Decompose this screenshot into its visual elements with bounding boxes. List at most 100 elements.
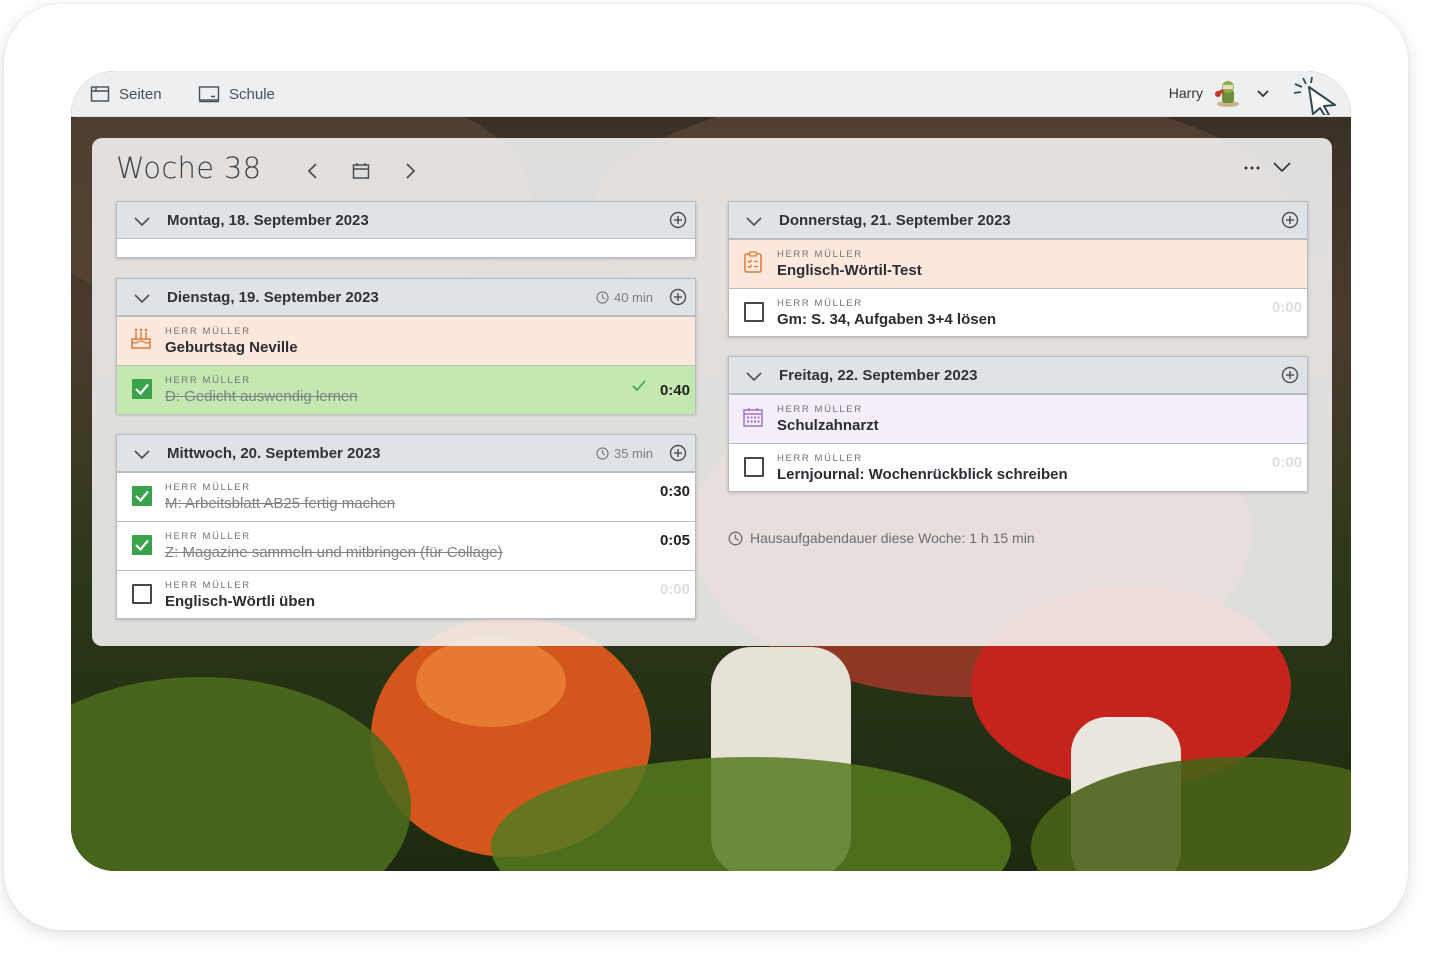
task-time[interactable]: 0:05: [660, 532, 690, 549]
calendar-appointment-icon: [743, 408, 763, 427]
event-title: Englisch-Wörtil-Test: [777, 262, 922, 279]
event-row[interactable]: HERR MÜLLER Schulzahnarzt: [729, 394, 1307, 443]
chevron-left-icon: [307, 163, 317, 179]
task-time[interactable]: 0:00: [660, 581, 690, 598]
event-row[interactable]: HERR MÜLLER Englisch-Wörtil-Test: [729, 239, 1307, 288]
task-title: M: Arbeitsblatt AB25 fertig machen: [165, 495, 396, 512]
day-header[interactable]: Mittwoch, 20. September 2023 35 min: [117, 435, 695, 472]
task-time[interactable]: 0:40: [660, 382, 690, 399]
task-checkbox[interactable]: [744, 457, 764, 477]
done-check-icon: [632, 380, 646, 392]
clock-icon: [596, 447, 609, 460]
event-title: Geburtstag Neville: [165, 339, 298, 356]
chevron-down-icon[interactable]: [745, 213, 763, 229]
tablet-frame: Seiten Schule Harry Woche 38 Montag, 18.…: [4, 4, 1408, 930]
teacher-label: HERR MÜLLER: [165, 531, 251, 542]
cursor-click-icon: [1293, 76, 1336, 115]
day-duration: 40 min: [596, 290, 653, 305]
checkmark-icon: [135, 539, 149, 552]
chevron-down-icon[interactable]: [1255, 86, 1271, 102]
weekly-duration-text: Hausaufgabendauer diese Woche: 1 h 15 mi…: [750, 530, 1035, 546]
task-time[interactable]: 0:00: [1272, 299, 1302, 316]
pages-icon: [90, 86, 110, 102]
task-title: Gm: S. 34, Aufgaben 3+4 lösen: [777, 311, 997, 328]
day-card-wednesday: Mittwoch, 20. September 2023 35 min HERR…: [116, 434, 696, 619]
task-checkbox[interactable]: [132, 584, 152, 604]
task-title: Z: Magazine sammeln und mitbringen (für …: [165, 544, 503, 561]
add-circle-icon[interactable]: [1281, 211, 1299, 229]
teacher-label: HERR MÜLLER: [165, 482, 251, 493]
chevron-down-icon[interactable]: [745, 368, 763, 384]
nav-school[interactable]: Schule: [198, 71, 275, 117]
more-dots-icon: [1244, 166, 1260, 170]
task-time[interactable]: 0:30: [660, 483, 690, 500]
add-circle-icon[interactable]: [1281, 366, 1299, 384]
teacher-label: HERR MÜLLER: [777, 404, 863, 415]
task-title: D: Gedicht auswendig lernen: [165, 388, 358, 405]
day-duration: 35 min: [596, 446, 653, 461]
task-row[interactable]: HERR MÜLLER M: Arbeitsblatt AB25 fertig …: [117, 472, 695, 521]
day-header[interactable]: Freitag, 22. September 2023: [729, 357, 1307, 394]
top-bar: Seiten Schule Harry: [71, 71, 1351, 117]
day-card-thursday: Donnerstag, 21. September 2023 HERR MÜLL…: [728, 201, 1308, 337]
task-checkbox[interactable]: [132, 379, 152, 399]
page-title: Woche 38: [116, 151, 262, 185]
task-row[interactable]: HERR MÜLLER Lernjournal: Wochenrückblick…: [729, 443, 1307, 492]
weekly-duration-summary: Hausaufgabendauer diese Woche: 1 h 15 mi…: [728, 530, 1035, 546]
day-card-monday: Montag, 18. September 2023: [116, 201, 696, 258]
day-title: Freitag, 22. September 2023: [779, 367, 978, 384]
day-header[interactable]: Dienstag, 19. September 2023 40 min: [117, 279, 695, 316]
day-title: Dienstag, 19. September 2023: [167, 289, 379, 306]
more-options-button[interactable]: [1240, 158, 1264, 178]
chevron-down-icon[interactable]: [133, 213, 151, 229]
task-checkbox[interactable]: [744, 302, 764, 322]
calendar-button[interactable]: [348, 158, 374, 184]
task-row[interactable]: HERR MÜLLER Englisch-Wörtli üben 0:00: [117, 570, 695, 619]
day-duration-text: 40 min: [613, 290, 653, 305]
teacher-label: HERR MÜLLER: [777, 298, 863, 309]
teacher-label: HERR MÜLLER: [165, 375, 251, 386]
add-circle-icon[interactable]: [669, 211, 687, 229]
checkmark-icon: [135, 383, 149, 396]
event-row[interactable]: HERR MÜLLER Geburtstag Neville: [117, 316, 695, 365]
chevron-down-icon[interactable]: [133, 290, 151, 306]
nav-school-label: Schule: [229, 85, 275, 103]
avatar[interactable]: [1213, 78, 1243, 108]
task-checkbox[interactable]: [132, 535, 152, 555]
day-duration-text: 35 min: [613, 446, 653, 461]
task-time[interactable]: 0:00: [1272, 454, 1302, 471]
clipboard-test-icon: [744, 251, 762, 273]
collapse-panel-button[interactable]: [1270, 155, 1294, 179]
task-checkbox[interactable]: [132, 486, 152, 506]
prev-week-button[interactable]: [300, 158, 326, 184]
day-title: Donnerstag, 21. September 2023: [779, 212, 1011, 229]
clock-icon: [596, 291, 609, 304]
chevron-right-icon: [406, 163, 416, 179]
teacher-label: HERR MÜLLER: [165, 580, 251, 591]
add-circle-icon[interactable]: [669, 288, 687, 306]
week-panel: Woche 38 Montag, 18. September 2023 Dien…: [92, 138, 1332, 646]
day-card-tuesday: Dienstag, 19. September 2023 40 min HERR…: [116, 278, 696, 414]
blackboard-icon: [198, 86, 220, 103]
next-week-button[interactable]: [397, 158, 423, 184]
day-card-friday: Freitag, 22. September 2023 HERR MÜLLER …: [728, 356, 1308, 492]
teacher-label: HERR MÜLLER: [165, 326, 251, 337]
screen: Seiten Schule Harry Woche 38 Montag, 18.…: [71, 71, 1351, 871]
birthday-cake-icon: [131, 328, 151, 349]
chevron-down-icon: [1273, 162, 1291, 173]
task-row[interactable]: HERR MÜLLER Gm: S. 34, Aufgaben 3+4 löse…: [729, 288, 1307, 337]
calendar-icon: [352, 163, 370, 179]
task-title: Lernjournal: Wochenrückblick schreiben: [777, 466, 1068, 483]
add-circle-icon[interactable]: [669, 444, 687, 462]
nav-pages[interactable]: Seiten: [90, 71, 162, 117]
task-row[interactable]: HERR MÜLLER Z: Magazine sammeln und mitb…: [117, 521, 695, 570]
chevron-down-icon[interactable]: [133, 446, 151, 462]
day-header[interactable]: Donnerstag, 21. September 2023: [729, 202, 1307, 239]
user-name[interactable]: Harry: [1169, 85, 1203, 101]
day-header[interactable]: Montag, 18. September 2023: [117, 202, 695, 239]
teacher-label: HERR MÜLLER: [777, 453, 863, 464]
nav-pages-label: Seiten: [119, 85, 162, 103]
task-row[interactable]: HERR MÜLLER D: Gedicht auswendig lernen …: [117, 365, 695, 414]
clock-icon: [728, 531, 743, 545]
checkmark-icon: [135, 490, 149, 503]
